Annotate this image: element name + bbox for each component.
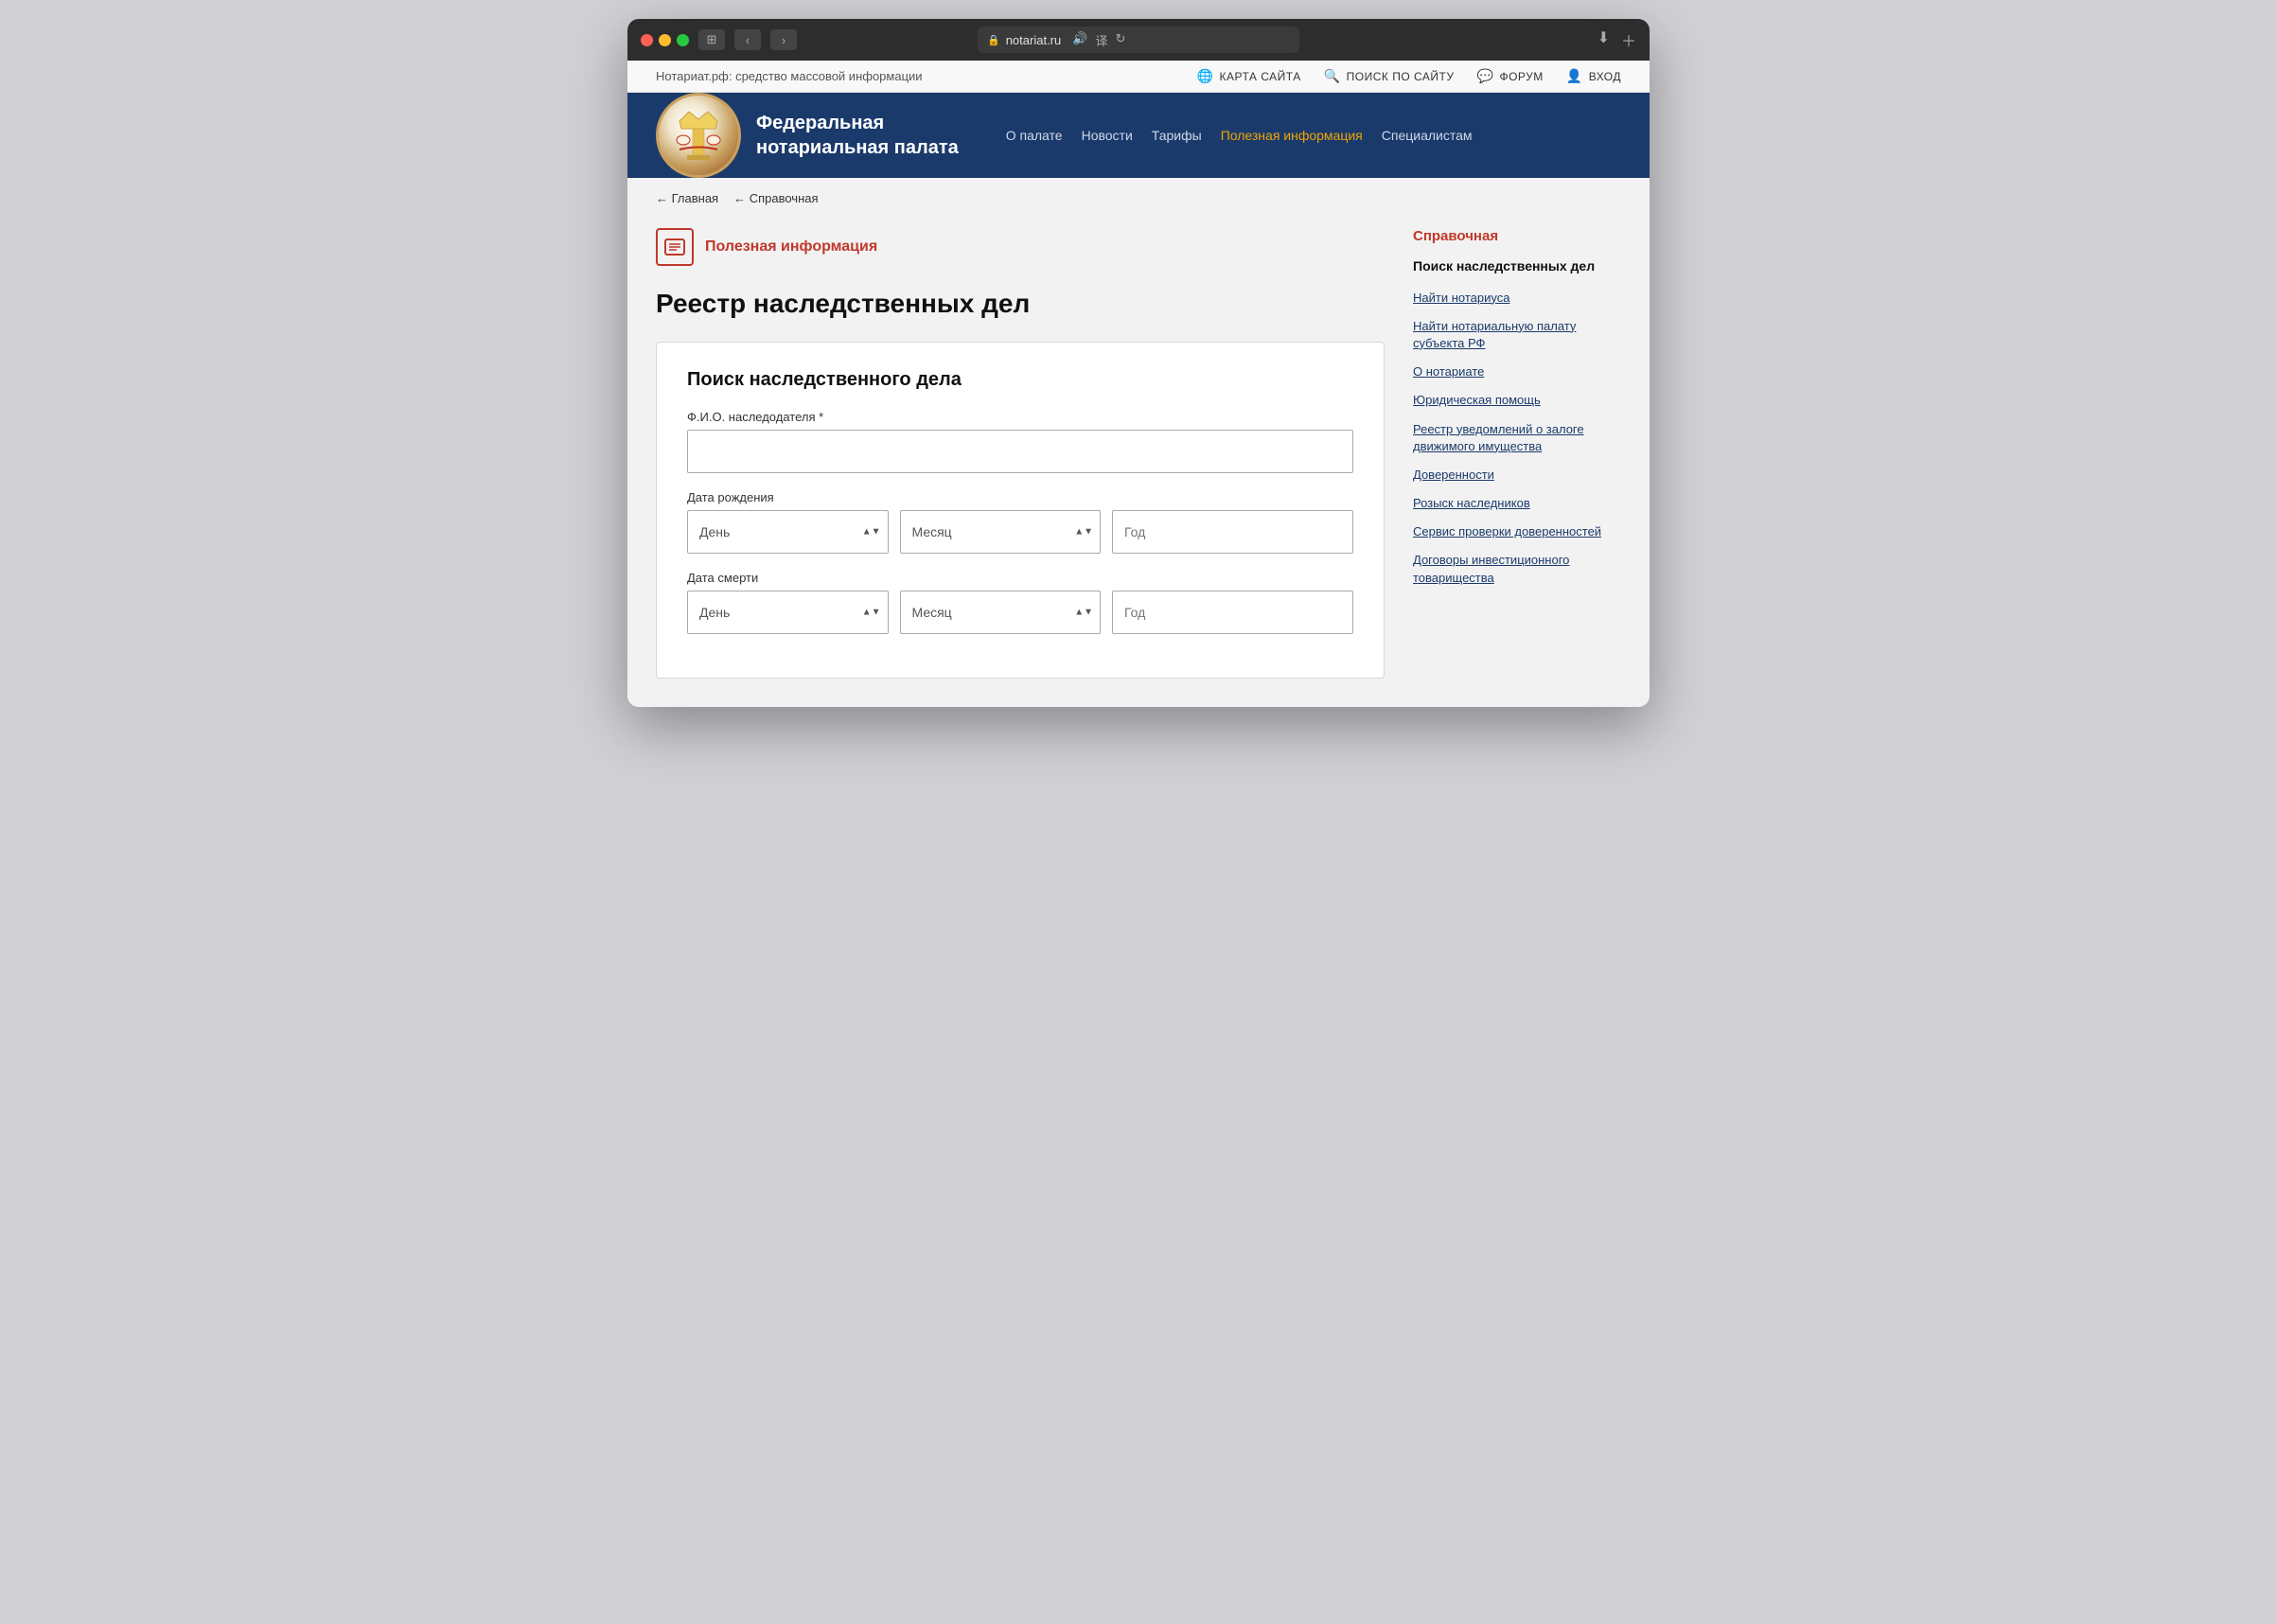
back-button[interactable]: ‹ [734,29,761,50]
sidebar-link-pledge[interactable]: Реестр уведомлений о залоге движимого им… [1413,421,1621,455]
translate-icon: 译 [1095,31,1107,49]
date-death-label: Дата смерти [687,571,1353,585]
forum-icon: 💬 [1477,68,1494,84]
logo-title-line1: Федеральная [756,111,959,135]
traffic-light-red[interactable] [641,34,653,46]
search-icon: 🔍 [1324,68,1341,84]
logo-svg [670,102,727,168]
map-label: КАРТА САЙТА [1220,70,1301,83]
sidebar-active-item: Поиск наследственных дел [1413,257,1621,276]
refresh-icon[interactable]: ↻ [1115,31,1125,49]
sidebar-link-about[interactable]: О нотариате [1413,363,1621,380]
forward-button[interactable]: › [770,29,797,50]
sidebar-link-notary[interactable]: Найти нотариуса [1413,290,1621,307]
forward-icon: › [782,33,785,47]
new-tab-icon[interactable]: ＋ [1621,28,1636,51]
forum-link[interactable]: 💬 ФОРУМ [1477,68,1544,84]
main-content: Полезная информация Реестр наследственны… [656,228,1385,679]
page-content: Нотариат.рф: средство массовой информаци… [627,61,1650,707]
section-title-text: Полезная информация [705,238,877,256]
site-header: Федеральная нотариальная палата О палате… [627,93,1650,178]
lock-icon: 🔒 [987,34,1000,46]
utility-bar: Нотариат.рф: средство массовой информаци… [627,61,1650,93]
utility-bar-tagline: Нотариат.рф: средство массовой информаци… [656,69,923,83]
sidebar-link-chamber[interactable]: Найти нотариальную палату субъекта РФ [1413,318,1621,352]
logo-area: Федеральная нотариальная палата [656,93,959,178]
address-bar-icons: 🔊 译 ↻ [1072,31,1125,49]
traffic-light-green[interactable] [677,34,689,46]
speaker-icon: 🔊 [1072,31,1087,49]
sidebar-link-legal[interactable]: Юридическая помощь [1413,392,1621,409]
map-link[interactable]: 🌐 КАРТА САЙТА [1197,68,1301,84]
forum-label: ФОРУМ [1499,70,1543,83]
browser-titlebar: ⊞ ‹ › 🔒 notariat.ru 🔊 译 ↻ ⬇ ＋ [627,19,1650,61]
sidebar-link-heirs[interactable]: Розыск наследников [1413,495,1621,512]
url-text: notariat.ru [1006,33,1062,47]
download-icon[interactable]: ⬇ [1597,28,1610,51]
page-title: Реестр наследственных дел [656,289,1385,319]
search-link[interactable]: 🔍 ПОИСК ПО САЙТУ [1324,68,1455,84]
sidebar-link-poa-check[interactable]: Сервис проверки доверенностей [1413,523,1621,540]
address-bar[interactable]: 🔒 notariat.ru 🔊 译 ↻ [978,26,1299,53]
user-icon: 👤 [1566,68,1583,84]
logo-emblem [656,93,741,178]
birth-year-input[interactable] [1112,510,1353,554]
name-input[interactable] [687,430,1353,473]
section-header: Полезная информация [656,228,1385,266]
map-icon: 🌐 [1197,68,1214,84]
death-day-wrapper: День ▲▼ [687,591,889,634]
nav-item-specialists[interactable]: Специалистам [1372,120,1482,150]
birth-month-select[interactable]: Месяц [900,510,1102,554]
birth-day-wrapper: День ▲▼ [687,510,889,554]
sidebar-section-title: Справочная [1413,228,1621,244]
sidebar-toggle-button[interactable]: ⊞ [698,29,725,50]
nav-item-useful[interactable]: Полезная информация [1211,120,1372,150]
name-label: Ф.И.О. наследодателя * [687,410,1353,424]
date-birth-section: Дата рождения День ▲▼ Месяц [687,490,1353,554]
form-card: Поиск наследственного дела Ф.И.О. наслед… [656,342,1385,679]
date-birth-label: Дата рождения [687,490,1353,504]
browser-window: ⊞ ‹ › 🔒 notariat.ru 🔊 译 ↻ ⬇ ＋ Нотариат.р… [627,19,1650,707]
sidebar-icon: ⊞ [707,32,717,47]
birth-day-select[interactable]: День [687,510,889,554]
sidebar-link-investment[interactable]: Договоры инвестиционного товарищества [1413,552,1621,586]
main-layout: Полезная информация Реестр наследственны… [627,219,1650,707]
death-year-wrapper [1112,591,1353,634]
login-label: ВХОД [1589,70,1621,83]
form-card-title: Поиск наследственного дела [687,369,1353,391]
utility-bar-right: 🌐 КАРТА САЙТА 🔍 ПОИСК ПО САЙТУ 💬 ФОРУМ 👤… [1197,68,1621,84]
date-death-row: День ▲▼ Месяц ▲▼ [687,591,1353,634]
death-day-select[interactable]: День [687,591,889,634]
death-month-wrapper: Месяц ▲▼ [900,591,1102,634]
main-nav: О палате Новости Тарифы Полезная информа… [997,120,1482,150]
nav-item-tariffs[interactable]: Тарифы [1142,120,1211,150]
death-month-select[interactable]: Месяц [900,591,1102,634]
death-year-input[interactable] [1112,591,1353,634]
date-birth-row: День ▲▼ Месяц ▲▼ [687,510,1353,554]
sidebar-link-poa[interactable]: Доверенности [1413,467,1621,484]
sidebar: Справочная Поиск наследственных дел Найт… [1413,228,1621,598]
back-icon: ‹ [746,33,750,47]
section-icon [656,228,694,266]
birth-year-wrapper [1112,510,1353,554]
breadcrumb-reference[interactable]: ← Справочная [733,191,818,205]
search-label: ПОИСК ПО САЙТУ [1347,70,1455,83]
breadcrumb: ← Главная ← Справочная [627,178,1650,219]
date-death-section: Дата смерти День ▲▼ Месяц [687,571,1353,634]
logo-text: Федеральная нотариальная палата [756,111,959,160]
info-icon-svg [663,236,686,258]
nav-item-news[interactable]: Новости [1072,120,1142,150]
logo-title-line2: нотариальная палата [756,135,959,160]
breadcrumb-home[interactable]: ← Главная [656,191,718,205]
birth-month-wrapper: Месяц ▲▼ [900,510,1102,554]
traffic-light-yellow[interactable] [659,34,671,46]
nav-item-about[interactable]: О палате [997,120,1072,150]
traffic-lights [641,34,689,46]
login-link[interactable]: 👤 ВХОД [1566,68,1621,84]
browser-right-controls: ⬇ ＋ [1597,28,1636,51]
